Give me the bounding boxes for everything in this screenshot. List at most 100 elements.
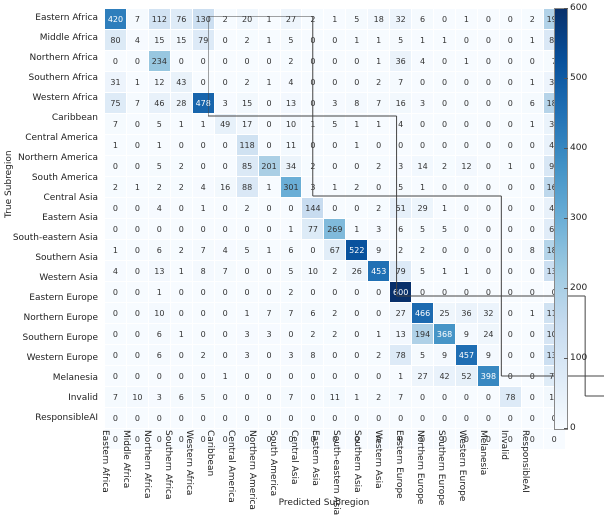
heatmap-cell: 1	[258, 72, 280, 93]
heatmap-cell: 0	[477, 135, 499, 156]
heatmap-cell: 5	[192, 387, 214, 408]
colorbar	[554, 8, 568, 430]
heatmap-cell: 0	[456, 72, 478, 93]
heatmap-cell: 8	[521, 240, 543, 261]
heatmap-cell: 420	[105, 9, 127, 30]
x-tick-label: Southern Europe	[436, 430, 446, 505]
heatmap-cell: 0	[346, 345, 368, 366]
heatmap-cell: 0	[192, 282, 214, 303]
heatmap-cell: 0	[477, 387, 499, 408]
heatmap-cell: 0	[214, 156, 236, 177]
heatmap-cell: 0	[521, 345, 543, 366]
heatmap-cell: 0	[105, 408, 127, 429]
heatmap-cell: 0	[126, 240, 148, 261]
heatmap-cell: 0	[434, 9, 456, 30]
heatmap-cell: 3	[390, 156, 412, 177]
heatmap-cell: 1	[258, 9, 280, 30]
colorbar-tick: 300	[570, 213, 587, 223]
heatmap-cell: 13	[148, 261, 170, 282]
colorbar-tick: 0	[570, 423, 576, 433]
heatmap-cell: 0	[236, 51, 258, 72]
heatmap-cell: 2	[390, 240, 412, 261]
heatmap-cell: 5	[412, 261, 434, 282]
heatmap-cell: 7	[390, 387, 412, 408]
heatmap-cell: 7	[192, 240, 214, 261]
heatmap-cell: 1	[105, 135, 127, 156]
heatmap-cell: 0	[368, 177, 390, 198]
heatmap-cell: 0	[258, 282, 280, 303]
heatmap-cell: 0	[214, 282, 236, 303]
heatmap-cell: 0	[477, 30, 499, 51]
heatmap-cell: 2	[236, 198, 258, 219]
heatmap-cell: 0	[390, 408, 412, 429]
heatmap-cell: 0	[126, 156, 148, 177]
heatmap-cell: 0	[324, 408, 346, 429]
heatmap-cell: 7	[368, 93, 390, 114]
y-tick-label: Eastern Africa	[0, 8, 102, 28]
heatmap-cell: 0	[105, 282, 127, 303]
heatmap-cell: 3	[302, 177, 324, 198]
heatmap-cell: 7	[280, 303, 302, 324]
x-tick-label: Western Europe	[457, 430, 467, 501]
heatmap-cell: 78	[499, 387, 521, 408]
heatmap-cell: 27	[390, 303, 412, 324]
heatmap-cell: 0	[214, 198, 236, 219]
x-tick-label: Melanesia	[478, 430, 488, 475]
heatmap-cell: 4	[280, 72, 302, 93]
heatmap-cell: 144	[302, 198, 324, 219]
heatmap-cell: 0	[456, 387, 478, 408]
heatmap-cell: 0	[192, 51, 214, 72]
heatmap-cell: 0	[192, 135, 214, 156]
heatmap-cell: 2	[170, 177, 192, 198]
heatmap-cell: 0	[477, 177, 499, 198]
heatmap-cell: 8	[302, 345, 324, 366]
heatmap-cell: 1	[214, 366, 236, 387]
heatmap-cell: 7	[126, 9, 148, 30]
heatmap-cell: 0	[499, 198, 521, 219]
x-tick-label: Middle Africa	[121, 430, 131, 488]
heatmap-cell: 0	[521, 261, 543, 282]
heatmap-cell: 80	[105, 30, 127, 51]
heatmap-cell: 0	[346, 51, 368, 72]
heatmap-cell: 0	[477, 408, 499, 429]
heatmap-cell: 0	[302, 366, 324, 387]
heatmap-cell: 0	[126, 198, 148, 219]
heatmap-cell: 2	[214, 9, 236, 30]
heatmap-cell: 2	[521, 9, 543, 30]
heatmap-cell: 8	[192, 261, 214, 282]
heatmap-cell: 11	[324, 387, 346, 408]
colorbar-tick: 400	[570, 143, 587, 153]
y-tick-label: Central Asia	[0, 188, 102, 208]
heatmap-cell: 10	[126, 387, 148, 408]
heatmap-cell: 1	[302, 114, 324, 135]
y-tick-label: Western Europe	[0, 348, 102, 368]
heatmap-cell: 0	[521, 282, 543, 303]
heatmap-cell: 0	[346, 408, 368, 429]
heatmap-cell: 2	[412, 240, 434, 261]
heatmap-cell: 0	[236, 282, 258, 303]
heatmap-cell: 0	[368, 135, 390, 156]
heatmap-cell: 0	[499, 261, 521, 282]
heatmap-cell: 1	[390, 366, 412, 387]
heatmap-cell: 1	[456, 261, 478, 282]
heatmap-cell: 0	[412, 114, 434, 135]
heatmap-cell: 0	[214, 345, 236, 366]
x-tick-label: Eastern Africa	[100, 430, 110, 493]
heatmap-cell: 0	[499, 51, 521, 72]
heatmap-cell: 1	[456, 51, 478, 72]
heatmap-cell: 34	[280, 156, 302, 177]
heatmap-cell: 1	[521, 72, 543, 93]
heatmap-cell: 0	[280, 198, 302, 219]
heatmap-cell: 2	[302, 156, 324, 177]
heatmap-cell: 1	[346, 135, 368, 156]
heatmap-cell: 5	[280, 30, 302, 51]
heatmap-cell: 2	[302, 324, 324, 345]
colorbar-tick: 100	[570, 353, 587, 363]
heatmap-cell: 2	[280, 282, 302, 303]
heatmap-cell: 27	[280, 9, 302, 30]
heatmap-cell: 0	[170, 282, 192, 303]
heatmap-cell: 522	[346, 240, 368, 261]
heatmap-cell: 0	[499, 93, 521, 114]
heatmap-cell: 31	[105, 72, 127, 93]
heatmap-cell: 0	[368, 282, 390, 303]
